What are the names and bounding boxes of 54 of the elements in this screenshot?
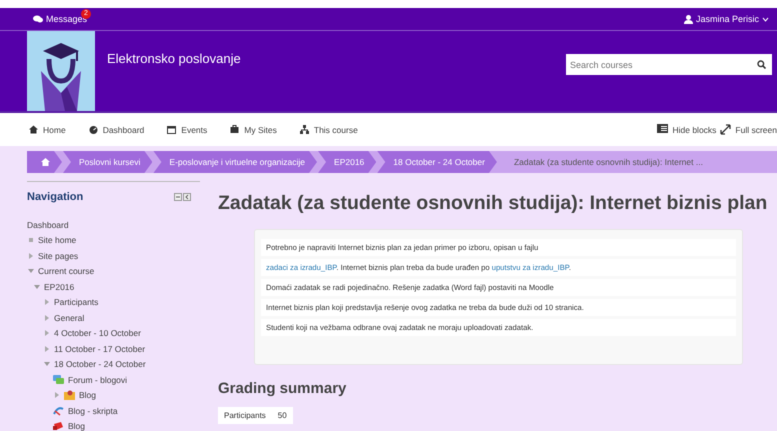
user-icon (684, 14, 693, 24)
navigation-item[interactable]: Site home (38, 235, 76, 246)
nav-link[interactable]: Home (43, 124, 66, 134)
search-button[interactable] (750, 54, 772, 75)
nav-link[interactable]: This course (314, 124, 358, 134)
forum-icon (53, 374, 64, 385)
block-controls-icon (174, 193, 192, 201)
full-screen-link[interactable]: Full screen (735, 124, 777, 134)
gauge-icon (88, 125, 98, 134)
page-title: Zadatak (za studente osnovnih studija): Internet biznis plan (218, 192, 768, 215)
list-icon (657, 124, 668, 135)
navigation-item[interactable]: Blog (79, 390, 96, 400)
navigation-item[interactable]: 4 October - 10 October (54, 328, 141, 338)
navigation-item[interactable]: Forum - blogovi (68, 374, 128, 385)
table-cell: 50 (272, 407, 293, 424)
navigation-item[interactable]: 18 October - 24 October (54, 359, 146, 370)
navigation-item[interactable]: Blog (68, 421, 86, 431)
folder-icon (64, 390, 75, 400)
nav-link[interactable]: Dashboard (102, 124, 144, 134)
caret-icon (762, 16, 769, 22)
section-heading: Grading summary (218, 380, 348, 397)
search-field[interactable]: Search courses (566, 54, 750, 75)
blog-icon (53, 421, 64, 431)
home-crumb[interactable] (27, 151, 62, 173)
current-page-crumb[interactable]: Zadatak (za studente osnovnih studija): Internet ... (498, 151, 715, 173)
briefcase-icon (230, 125, 240, 134)
user-menu[interactable]: Jasmina Perisic (696, 14, 759, 24)
block-title: Navigation (27, 191, 84, 203)
link-icon (53, 406, 64, 416)
navigation-item[interactable]: 11 October - 17 October (54, 344, 146, 354)
navigation-item[interactable]: Blog - skripta (68, 406, 118, 416)
home-icon (29, 125, 38, 134)
breadcrumb-link[interactable]: EP2016 (318, 151, 376, 173)
navigation-item[interactable]: General (54, 312, 84, 323)
bullet-icon (28, 238, 32, 242)
nav-link[interactable]: My Sites (244, 124, 277, 134)
hide-blocks-link[interactable]: Hide blocks (672, 124, 716, 134)
navigation-item[interactable]: EP2016 (44, 282, 74, 292)
navigation-item[interactable]: Dashboard (27, 220, 69, 230)
table-cell: Participants (218, 407, 272, 424)
calendar-icon (167, 125, 176, 134)
navigation-item[interactable]: Participants (54, 297, 98, 308)
navigation-item[interactable]: Current course (38, 266, 94, 276)
home-icon (41, 158, 50, 166)
chat-icon (33, 15, 43, 23)
breadcrumb-link[interactable]: Poslovni kursevi (63, 151, 152, 173)
breadcrumb-link[interactable]: 18 October - 24 October (377, 151, 497, 173)
nav-link[interactable]: Events (181, 124, 208, 134)
expand-icon (720, 124, 732, 135)
course-title: Elektronsko poslovanje (107, 51, 242, 66)
sitemap-icon (300, 125, 309, 134)
breadcrumb-link[interactable]: E-poslovanje i virtuelne organizacije (153, 151, 318, 173)
navigation-item[interactable]: Site pages (38, 250, 78, 261)
search-icon (756, 60, 766, 69)
